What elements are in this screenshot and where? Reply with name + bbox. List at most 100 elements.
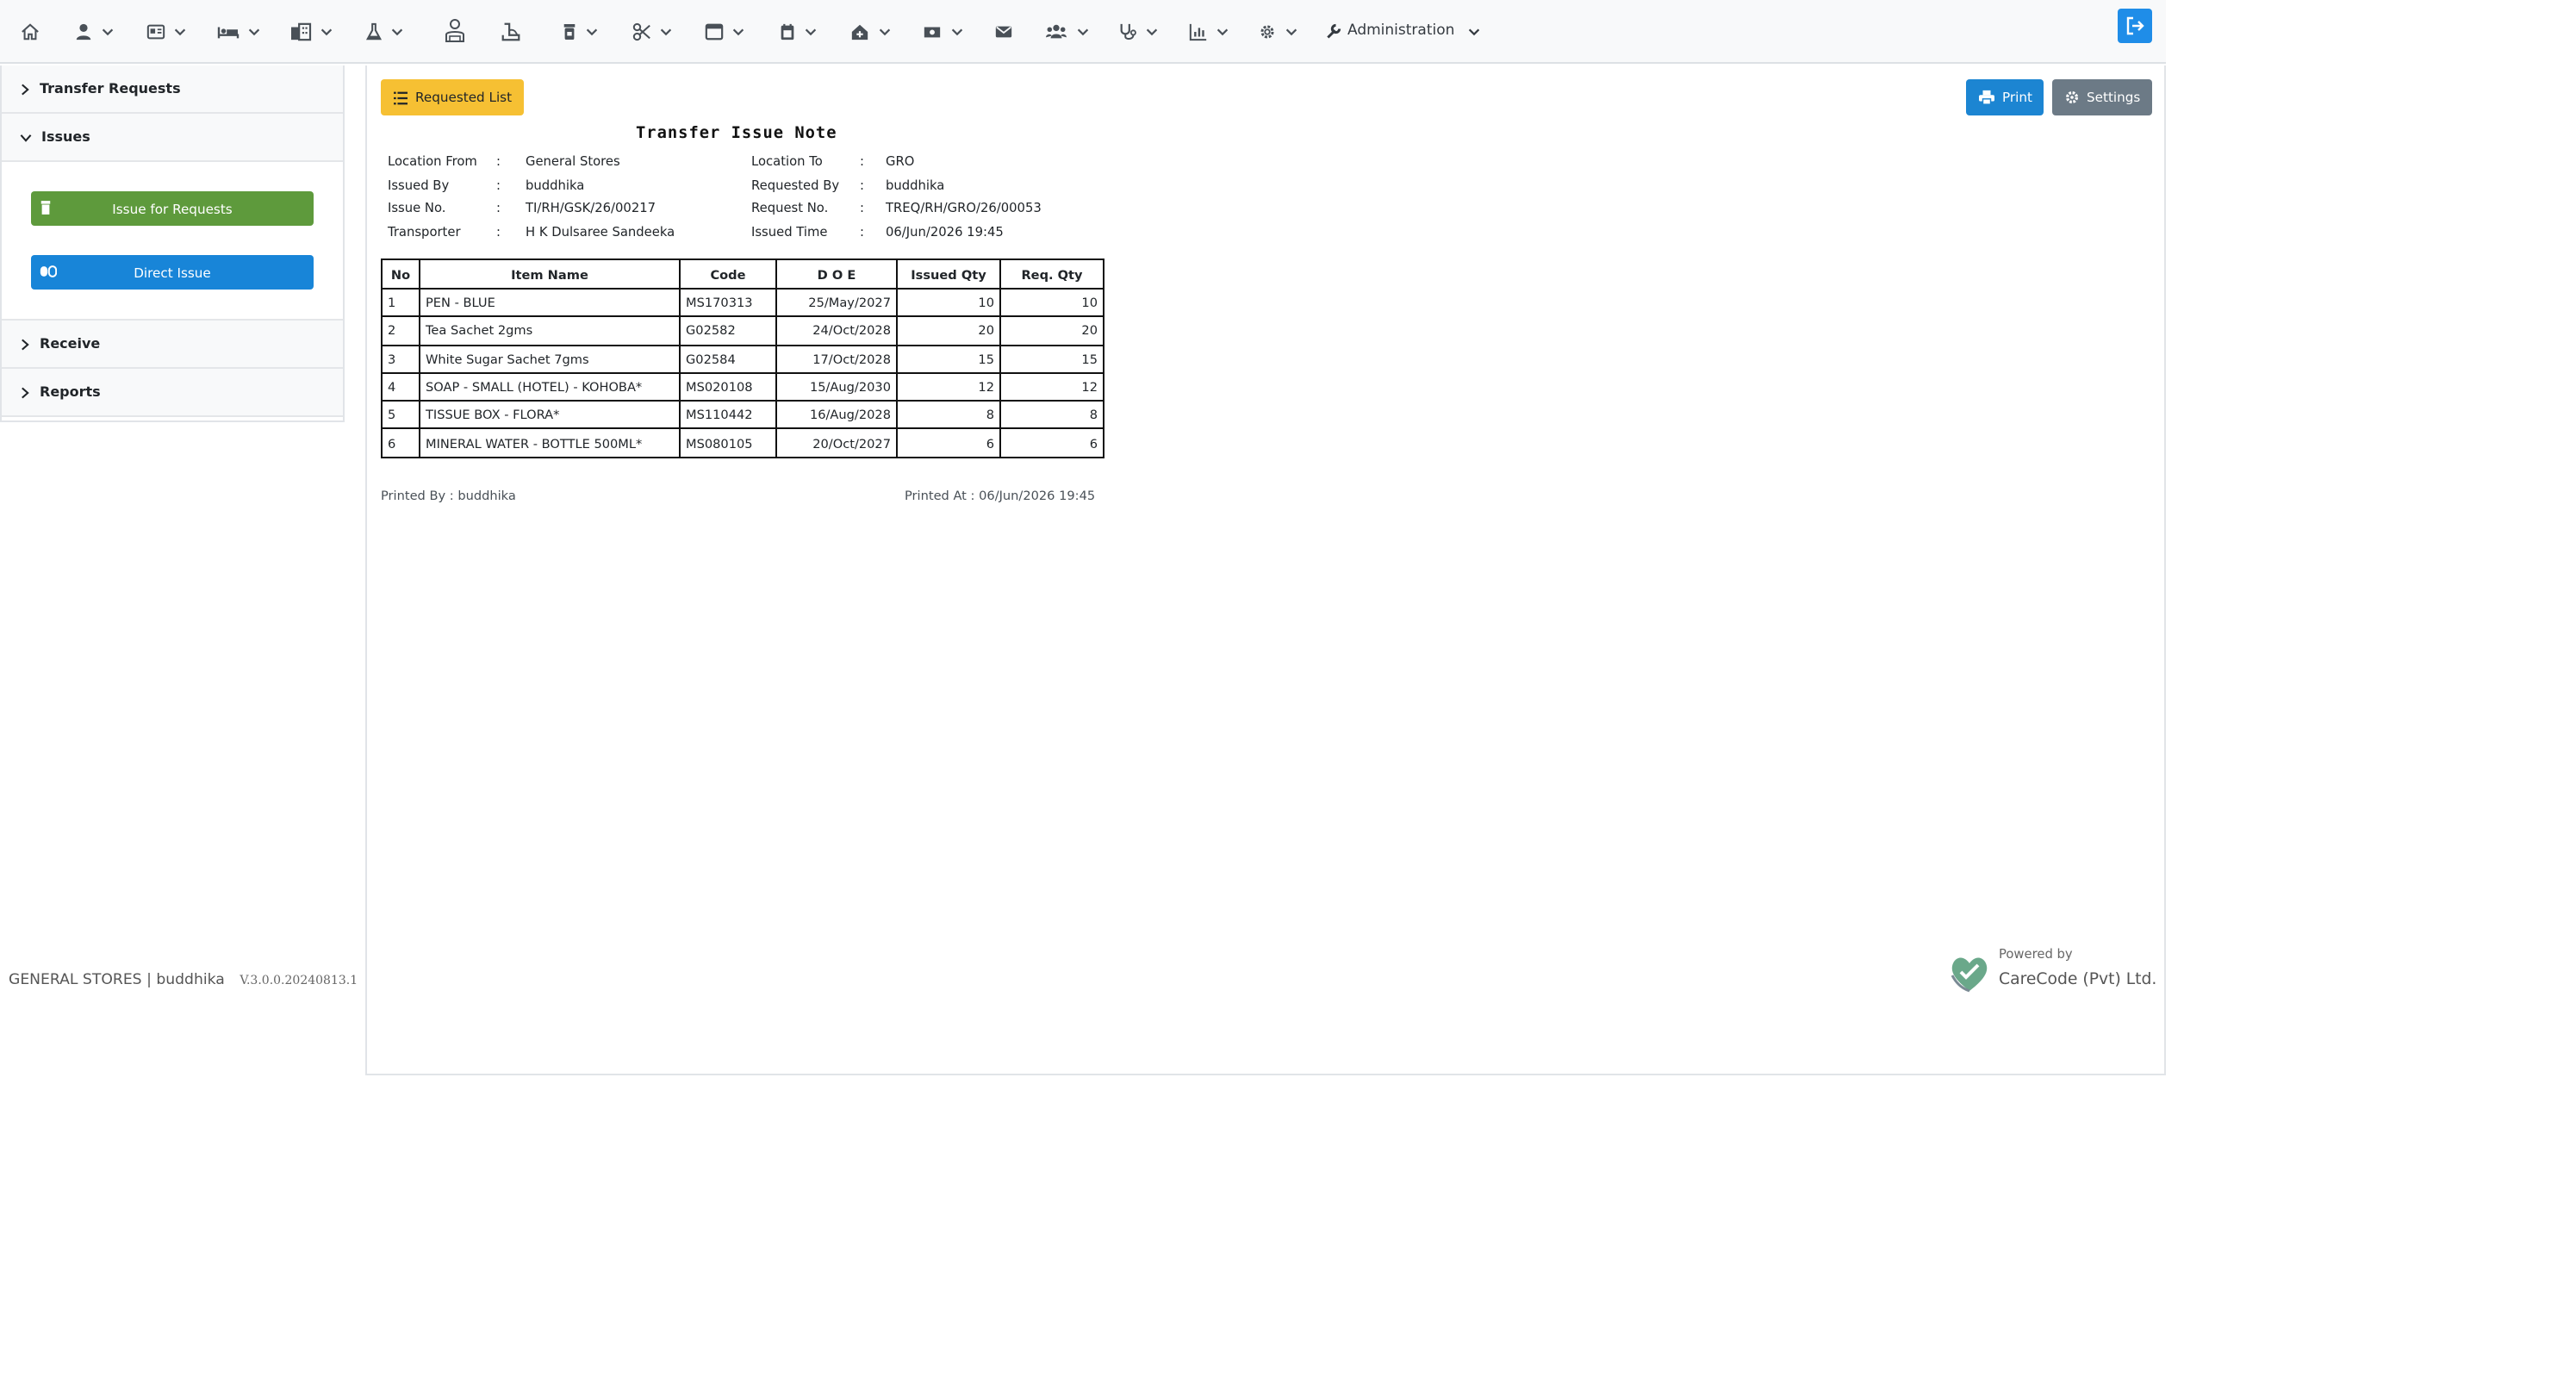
chart-icon: [1189, 22, 1207, 40]
sidebar-section-reports[interactable]: Reports: [2, 369, 343, 417]
inbox-icon: [705, 22, 724, 40]
hospital-menu[interactable]: [289, 0, 334, 62]
item-name: MINERAL WATER - BOTTLE 500ML*: [419, 427, 681, 458]
requested-qty: 12: [999, 371, 1104, 402]
field-label: Request No.: [751, 200, 829, 215]
inbox-menu[interactable]: [705, 0, 746, 62]
administration-label: Administration: [1347, 22, 1455, 40]
wrench-icon: [1327, 23, 1341, 39]
mail-menu[interactable]: [994, 0, 1013, 62]
pharmacy-menu[interactable]: [500, 0, 522, 62]
item-name: SOAP - SMALL (HOTEL) - KOHOBA*: [419, 371, 681, 402]
store-menu[interactable]: [562, 0, 600, 62]
row-number: 2: [381, 315, 420, 346]
top-navbar: Administration: [0, 0, 2166, 64]
field-colon: :: [496, 178, 501, 193]
pharmacy-icon: [501, 22, 520, 40]
stethoscope-icon: [1120, 22, 1136, 40]
chevron-down-icon: [586, 28, 598, 35]
issued-qty: 10: [896, 287, 1001, 318]
settings-label: Settings: [2087, 90, 2141, 105]
issued-qty: 20: [896, 315, 1001, 346]
item-code: MS110442: [679, 400, 777, 430]
footer-version: V.3.0.0.20240813.1: [240, 974, 358, 987]
table-row: 5 TISSUE BOX - FLORA* MS110442 16/Aug/20…: [381, 400, 1104, 430]
item-code: MS020108: [679, 371, 777, 402]
issue-for-requests-label: Issue for Requests: [112, 201, 233, 216]
print-label: Print: [2002, 90, 2032, 105]
issue-for-requests-button[interactable]: Issue for Requests: [31, 191, 314, 226]
patient-menu[interactable]: [74, 0, 115, 62]
requested-qty: 20: [999, 315, 1104, 346]
sidebar-section-label: Reports: [40, 384, 101, 400]
issued-by-value: buddhika: [526, 178, 585, 193]
company-name[interactable]: CareCode (Pvt) Ltd.: [1999, 970, 2156, 989]
chevron-down-icon: [732, 28, 744, 35]
pill-bottle-icon: [40, 201, 51, 215]
inward-menu[interactable]: [217, 0, 262, 62]
expiry-date: 17/Oct/2028: [775, 344, 898, 374]
gear-icon: [1260, 24, 1274, 38]
logout-button[interactable]: [2118, 9, 2152, 43]
powered-by-label: Powered by: [1999, 946, 2073, 962]
administration-menu[interactable]: Administration: [1325, 0, 1482, 62]
printed-by-label: Printed By :: [381, 488, 454, 503]
cashier-menu[interactable]: [922, 0, 965, 62]
sidebar-section-issues[interactable]: Issues: [2, 114, 343, 162]
chevron-down-icon: [879, 28, 891, 35]
printer-icon: [1979, 90, 1994, 105]
field-colon: :: [860, 178, 864, 193]
request-no-value: TREQ/RH/GRO/26/00053: [886, 200, 1042, 215]
home-icon[interactable]: [21, 0, 40, 62]
field-colon: :: [496, 200, 501, 215]
id-card-icon: [146, 23, 165, 39]
sidebar-section-label: Receive: [40, 336, 101, 352]
row-number: 5: [381, 400, 420, 430]
staff-menu[interactable]: [1044, 0, 1091, 62]
doctor-menu[interactable]: [441, 0, 469, 62]
row-number: 6: [381, 427, 420, 458]
transporter-value: H K Dulsaree Sandeeka: [526, 224, 675, 240]
chevron-down-icon: [391, 28, 403, 35]
appointment-menu[interactable]: [779, 0, 818, 62]
chevron-down-icon: [1469, 28, 1480, 35]
users-icon: [1046, 23, 1067, 38]
settings-button[interactable]: Settings: [2052, 79, 2153, 115]
reports-menu[interactable]: [1189, 0, 1230, 62]
chevron-down-icon: [248, 28, 260, 35]
clinic-menu[interactable]: [849, 0, 893, 62]
sidebar-section-receive[interactable]: Receive: [2, 321, 343, 369]
capsules-icon: [40, 265, 57, 277]
field-label: Issued Time: [751, 224, 828, 240]
footer-user: buddhika: [156, 972, 225, 989]
printed-at-label: Printed At :: [905, 488, 975, 503]
building-icon: [291, 22, 312, 40]
settings-menu[interactable]: [1258, 0, 1299, 62]
field-colon: :: [860, 200, 864, 215]
direct-issue-button[interactable]: Direct Issue: [31, 255, 314, 290]
table-row: 1 PEN - BLUE MS170313 25/May/2027 10 10: [381, 287, 1104, 318]
column-header: No: [381, 258, 420, 290]
theatre-menu[interactable]: [632, 0, 674, 62]
column-header: Issued Qty: [896, 258, 1001, 290]
chevron-right-icon: [22, 338, 29, 350]
print-button[interactable]: Print: [1966, 79, 2044, 115]
row-number: 3: [381, 344, 420, 374]
requested-list-button[interactable]: Requested List: [381, 79, 525, 115]
issued-qty: 12: [896, 371, 1001, 402]
expiry-date: 24/Oct/2028: [775, 315, 898, 346]
column-header: Item Name: [419, 258, 681, 290]
sidebar-section-transfer-requests[interactable]: Transfer Requests: [2, 65, 343, 114]
footer-separator: |: [146, 972, 152, 989]
expiry-date: 25/May/2027: [775, 287, 898, 318]
column-header: Req. Qty: [999, 258, 1104, 290]
field-colon: :: [496, 153, 501, 169]
field-colon: :: [496, 224, 501, 240]
list-icon: [394, 90, 408, 104]
calendar-icon: [781, 22, 794, 40]
pill-bottle-icon: [563, 23, 576, 39]
lab-menu[interactable]: [365, 0, 405, 62]
registration-menu[interactable]: [146, 0, 188, 62]
chevron-down-icon: [20, 134, 32, 141]
clinical-menu[interactable]: [1118, 0, 1160, 62]
